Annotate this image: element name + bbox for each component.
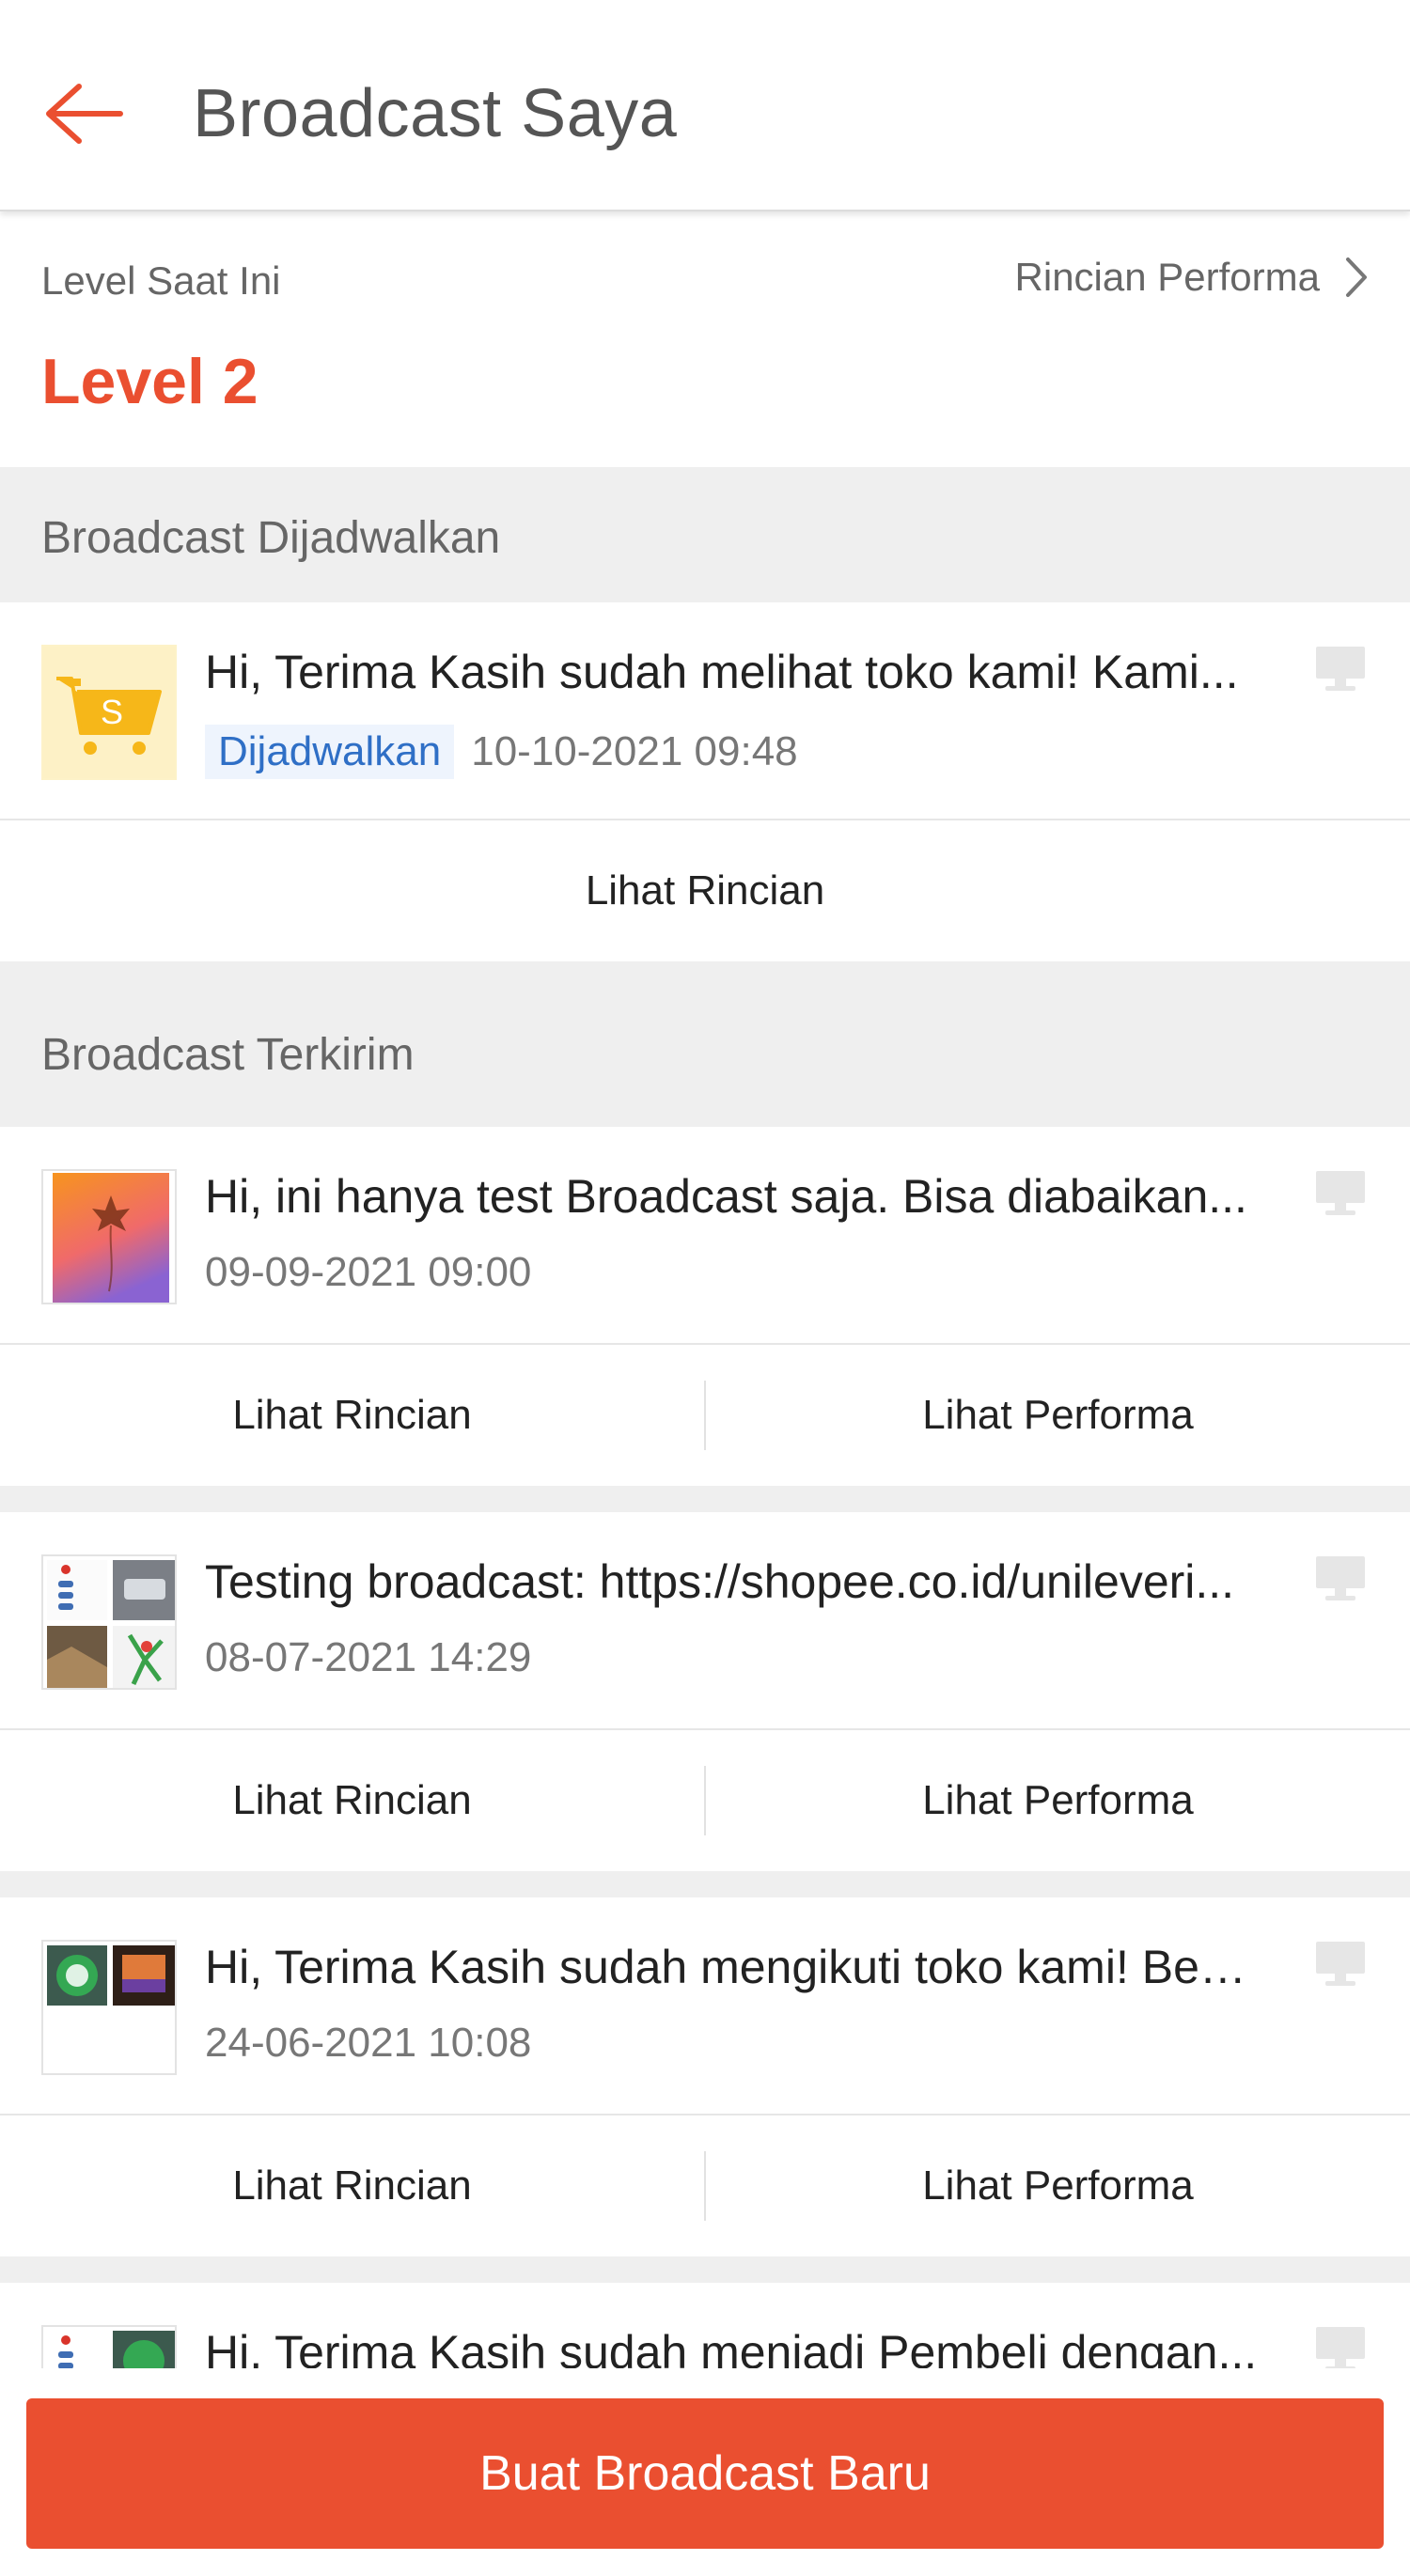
section-title-scheduled: Broadcast Dijadwalkan <box>41 513 501 563</box>
create-broadcast-button[interactable]: Buat Broadcast Baru <box>26 2398 1384 2549</box>
broadcast-meta: 24-06-2021 10:08 <box>205 2020 531 2067</box>
section-header-sent: Broadcast Terkirim <box>0 961 1410 1127</box>
view-details-button[interactable]: Lihat Rincian <box>0 1392 704 1439</box>
card-gap <box>0 2256 1410 2283</box>
broadcast-thumbnail <box>41 1940 177 2075</box>
page-title: Broadcast Saya <box>193 76 678 151</box>
level-section: Level Saat Ini Rincian Performa Level 2 <box>0 213 1410 467</box>
broadcast-thumbnail <box>41 1554 177 1690</box>
broadcast-thumbnail <box>41 1169 177 1304</box>
card-gap <box>0 1871 1410 1897</box>
view-details-button[interactable]: Lihat Rincian <box>0 867 1410 914</box>
broadcast-date: 08-07-2021 14:29 <box>205 1634 532 1680</box>
desktop-icon <box>1312 1554 1369 1603</box>
broadcast-meta: 09-09-2021 09:00 <box>205 1249 531 1296</box>
broadcast-date: 24-06-2021 10:08 <box>205 2020 532 2066</box>
app-header: Broadcast Saya <box>0 0 1410 211</box>
card-actions: Lihat Rincian Lihat Performa <box>0 2115 1410 2256</box>
view-performance-button[interactable]: Lihat Performa <box>706 1777 1410 1824</box>
status-badge: Dijadwalkan <box>205 725 455 779</box>
broadcast-card-sent: Testing broadcast: https://shopee.co.id/… <box>0 1512 1410 1871</box>
card-actions: Lihat Rincian Lihat Performa <box>0 1730 1410 1871</box>
back-arrow-icon[interactable] <box>41 81 126 147</box>
section-title-sent: Broadcast Terkirim <box>41 1030 415 1080</box>
broadcast-meta: Dijadwalkan 10-10-2021 09:48 <box>205 725 798 779</box>
broadcast-meta: 08-07-2021 14:29 <box>205 1634 531 1681</box>
view-details-button[interactable]: Lihat Rincian <box>0 2162 704 2209</box>
bottom-action-bar: Buat Broadcast Baru <box>0 2368 1410 2576</box>
broadcast-message: Hi, Terima Kasih sudah melihat toko kami… <box>205 646 1239 698</box>
broadcast-message: Testing broadcast: https://shopee.co.id/… <box>205 1555 1235 1608</box>
card-gap <box>0 1486 1410 1512</box>
view-performance-button[interactable]: Lihat Performa <box>706 2162 1410 2209</box>
broadcast-date: 09-09-2021 09:00 <box>205 1249 532 1295</box>
desktop-icon <box>1312 2325 1369 2374</box>
card-actions: Lihat Rincian <box>0 820 1410 961</box>
broadcast-date: 10-10-2021 09:48 <box>471 728 798 774</box>
desktop-icon <box>1312 645 1369 694</box>
desktop-icon <box>1312 1169 1369 1218</box>
card-actions: Lihat Rincian Lihat Performa <box>0 1345 1410 1486</box>
desktop-icon <box>1312 1940 1369 1989</box>
broadcast-message: Hi, ini hanya test Broadcast saja. Bisa … <box>205 1170 1247 1223</box>
performance-details-link[interactable]: Rincian Performa <box>1015 255 1369 300</box>
broadcast-card-scheduled: S Hi, Terima Kasih sudah melihat toko ka… <box>0 602 1410 961</box>
broadcast-message: Hi, Terima Kasih sudah mengikuti toko ka… <box>205 1941 1258 1993</box>
shopping-cart-icon: S <box>41 645 177 780</box>
broadcast-card-sent: Hi, Terima Kasih sudah mengikuti toko ka… <box>0 1897 1410 2256</box>
level-value: Level 2 <box>41 346 258 417</box>
view-details-button[interactable]: Lihat Rincian <box>0 1777 704 1824</box>
chevron-right-icon <box>1346 258 1367 297</box>
section-header-scheduled: Broadcast Dijadwalkan <box>0 467 1410 602</box>
level-label: Level Saat Ini <box>41 258 281 303</box>
broadcast-card-sent: Hi, ini hanya test Broadcast saja. Bisa … <box>0 1127 1410 1486</box>
view-performance-button[interactable]: Lihat Performa <box>706 1392 1410 1439</box>
svg-text:S: S <box>101 693 123 731</box>
performance-details-label: Rincian Performa <box>1014 255 1320 299</box>
